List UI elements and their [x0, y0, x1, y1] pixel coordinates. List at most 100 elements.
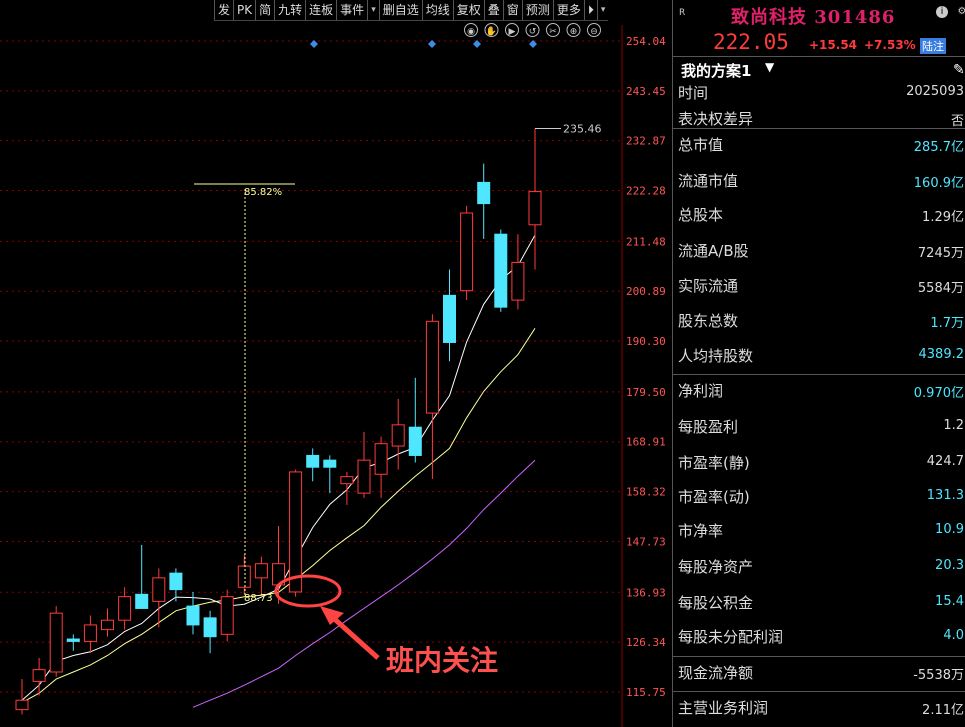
info-row: 总股本 1.29亿 — [673, 204, 965, 238]
info-row: 流通A/B股 7245万 — [673, 240, 965, 274]
toolbar-button-9[interactable]: 复权 — [452, 0, 484, 20]
info-row: 市净率 10.9 — [673, 520, 965, 554]
r-badge: R — [679, 8, 686, 18]
toolbar-button-11[interactable]: 窗 — [502, 0, 522, 20]
candle-body — [425, 320, 439, 414]
toolbar-button-13[interactable]: 更多 — [552, 0, 584, 20]
y-tick-label: 136.93 — [626, 586, 666, 599]
chevron-down-icon[interactable]: ▼ — [765, 60, 774, 74]
toolbar-button-10[interactable]: 叠 — [483, 0, 503, 20]
info-row: 每股净资产 20.3 — [673, 556, 965, 590]
divider — [673, 691, 965, 692]
info-label: 股东总数 — [678, 312, 739, 330]
callout-ellipse — [274, 574, 342, 608]
info-row: 流通市值 160.9亿 — [673, 170, 965, 204]
event-marker — [310, 40, 318, 48]
candlestick-chart[interactable]: 254.04 243.45 232.87 222.28 211.48 200.89 190.… — [0, 0, 672, 727]
candle-body — [203, 617, 217, 638]
high-price-label: 235.46 — [563, 122, 602, 135]
candle-body — [237, 565, 251, 588]
y-tick-label: 158.32 — [626, 486, 666, 499]
y-tick-label: 147.73 — [626, 535, 666, 548]
candle-body — [323, 459, 337, 468]
info-label: 每股盈利 — [678, 418, 739, 436]
settings-icon[interactable]: ⚙ — [956, 6, 965, 18]
info-row: 市盈率(动) 131.3 — [673, 486, 965, 520]
info-value: 1.2 — [943, 418, 964, 433]
play-icon[interactable]: ▶ — [505, 23, 519, 38]
y-tick-label: 168.91 — [626, 436, 666, 449]
y-tick-label: 179.50 — [626, 386, 666, 399]
info-value: 20.3 — [935, 558, 964, 573]
info-value: 0.970亿 — [913, 386, 964, 401]
ma-line-0 — [21, 234, 536, 701]
info-label: 人均持股数 — [678, 347, 754, 365]
icon-glyph: ▶ — [509, 27, 516, 37]
info-label: 流通市值 — [678, 172, 739, 190]
undo-icon[interactable]: ↺ — [525, 23, 540, 38]
scissors-icon[interactable]: ✂ — [546, 23, 560, 38]
toolbar-button-8[interactable]: 均线 — [421, 0, 453, 20]
range-pct-label: 85.82% — [244, 187, 282, 198]
info-value: 7245万 — [917, 246, 964, 261]
current-price: 222.05 — [713, 30, 789, 54]
info-row: 每股盈利 1.2 — [673, 416, 965, 450]
info-label: 现金流净额 — [678, 664, 754, 682]
toolbar-button-0[interactable]: 发 — [214, 0, 233, 20]
toolbar-button-14[interactable]: ⏵ — [583, 0, 597, 20]
info-label: 市盈率(静) — [678, 454, 750, 472]
candle-body — [135, 593, 149, 609]
quote-panel: R 致尚科技 301486 i ⚙ 222.05 +15.54 +7.53% 陆… — [672, 0, 965, 727]
y-tick-label: 243.45 — [626, 85, 666, 98]
toolbar-button-4[interactable]: 连板 — [305, 0, 336, 20]
info-row: 市盈率(静) 424.7 — [673, 452, 965, 486]
info-row: 实际流通 5584万 — [673, 275, 965, 309]
info-label: 每股净资产 — [678, 558, 754, 576]
divider — [673, 56, 965, 57]
toolbar-button-7[interactable]: 删自选 — [378, 0, 422, 20]
price-change-pct: +7.53% — [864, 38, 916, 52]
info-label: 市盈率(动) — [678, 488, 750, 506]
icon-glyph: ✂ — [549, 27, 557, 37]
zoom-out-icon[interactable]: ⊖ — [587, 23, 601, 38]
candle-body — [169, 572, 183, 591]
candle-body — [306, 454, 320, 468]
y-tick-label: 222.28 — [626, 185, 666, 198]
event-marker — [428, 40, 436, 48]
info-value: 2025093 — [906, 84, 964, 99]
info-value: -5538万 — [913, 668, 964, 683]
toolbar-button-6[interactable]: ▾ — [367, 0, 379, 20]
toolbar-button-3[interactable]: 九转 — [274, 0, 305, 20]
hand-icon[interactable]: ✋ — [484, 23, 499, 38]
eye-icon[interactable]: ◉ — [464, 23, 478, 38]
toolbar-button-2[interactable]: 简 — [255, 0, 274, 20]
candle-body — [15, 699, 29, 711]
info-label: 市净率 — [678, 522, 724, 540]
info-label: 净利润 — [678, 382, 724, 400]
candle-body — [49, 612, 63, 673]
toolbar-button-1[interactable]: PK — [233, 0, 255, 20]
info-label: 时间 — [678, 84, 709, 102]
edit-icon[interactable]: ✎ — [953, 62, 965, 78]
toolbar-button-5[interactable]: 事件 — [336, 0, 367, 20]
toolbar-button-12[interactable]: 预测 — [521, 0, 553, 20]
info-icon[interactable]: i — [936, 6, 948, 18]
candle-body — [511, 261, 525, 301]
info-label: 总股本 — [678, 206, 724, 224]
candle-body — [408, 426, 422, 456]
zoom-in-icon[interactable]: ⊕ — [566, 23, 581, 38]
stock-title: 致尚科技 301486 — [731, 7, 896, 28]
price-change: +15.54 — [809, 38, 858, 52]
info-value: 15.4 — [935, 594, 964, 609]
chart-toolbar: 发 PK 简九转 连板 事件 ▾ 删自选 均线 复权叠窗预测 更多 ⏵ ▾ — [214, 0, 609, 21]
y-tick-label: 254.04 — [626, 35, 666, 48]
toolbar-button-15[interactable]: ▾ — [596, 0, 609, 20]
info-value: 1.7万 — [930, 316, 964, 331]
scheme-selector[interactable]: 我的方案1 — [681, 60, 751, 81]
info-value: 131.3 — [926, 488, 964, 503]
info-row: 主营业务利润 2.11亿 — [673, 697, 965, 727]
info-label: 实际流通 — [678, 277, 739, 295]
y-tick-label: 115.75 — [626, 686, 666, 699]
candle-body — [220, 596, 234, 635]
y-tick-label: 211.48 — [626, 235, 666, 248]
